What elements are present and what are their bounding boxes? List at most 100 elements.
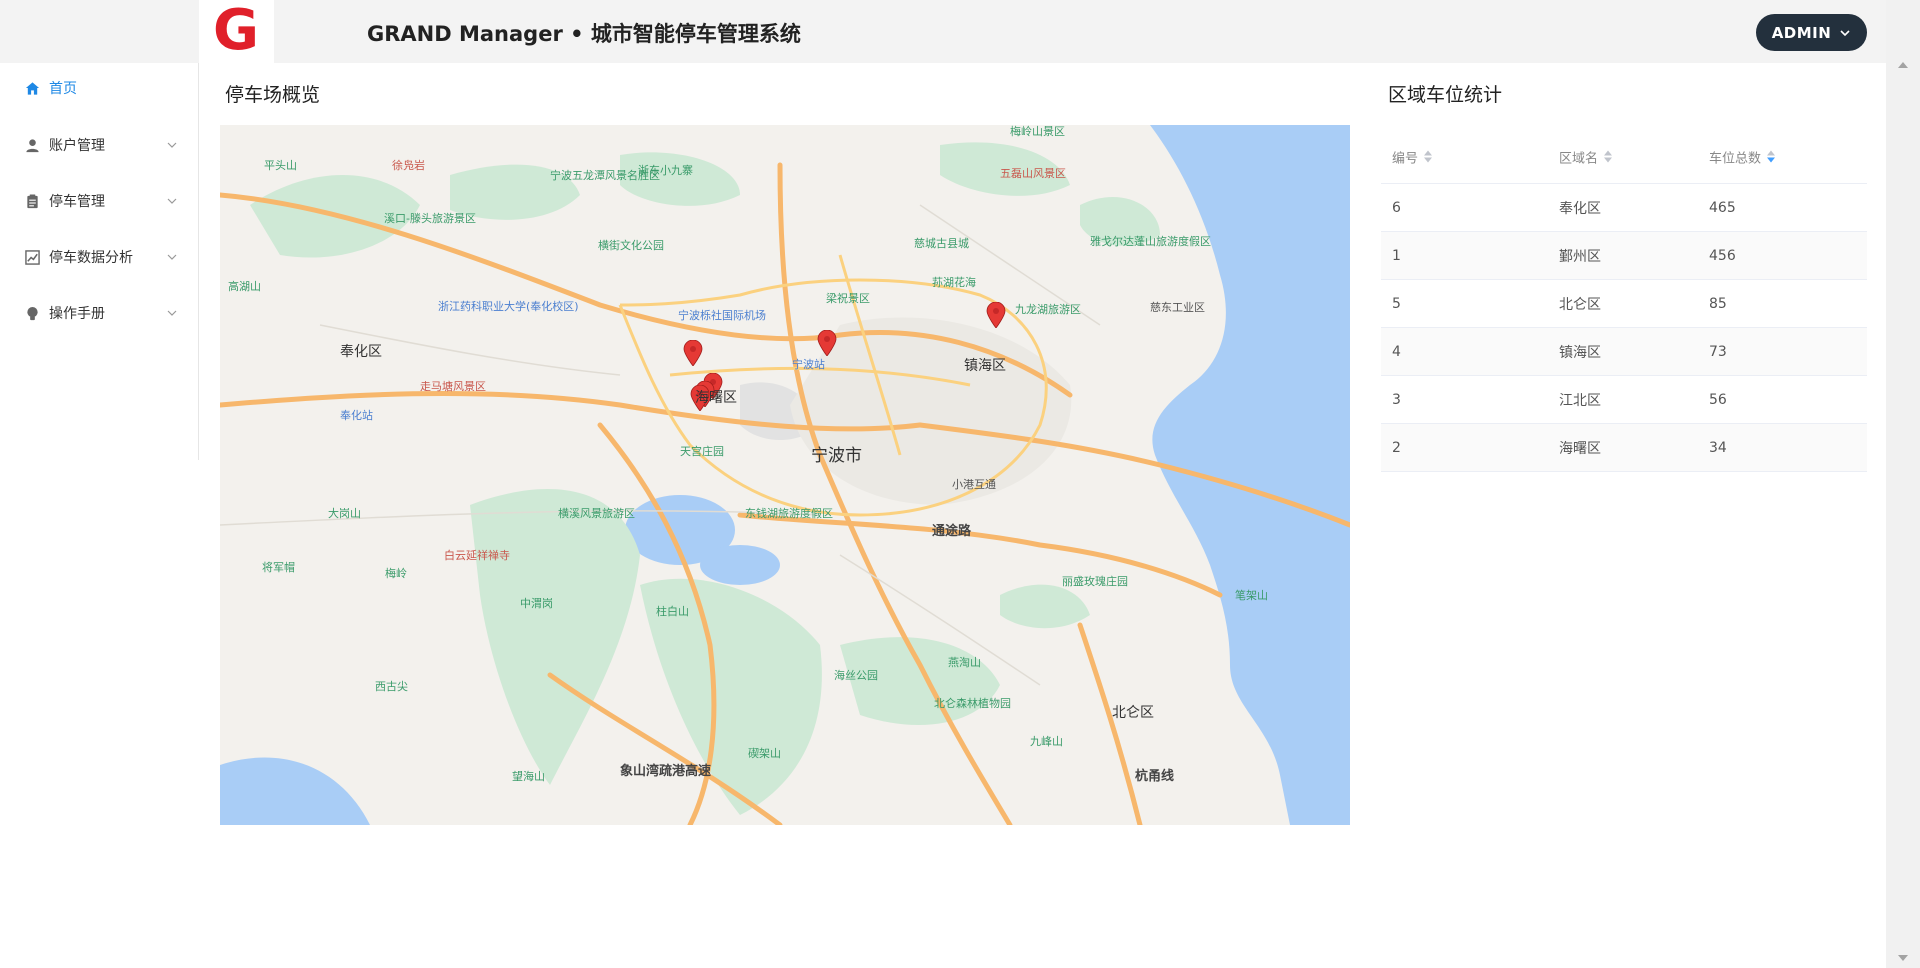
map-label: 慈东工业区 — [1150, 301, 1205, 314]
sidebar-item-label: 停车数据分析 — [49, 250, 133, 266]
top-header: G GRAND Manager • 城市智能停车管理系统 ADMIN — [0, 0, 1886, 63]
column-header-total[interactable]: 车位总数 — [1709, 147, 1776, 166]
cell-total: 85 — [1709, 295, 1727, 312]
user-icon — [25, 138, 40, 153]
cell-total: 456 — [1709, 247, 1736, 264]
cell-id: 1 — [1392, 247, 1401, 264]
parking-marker-icon[interactable] — [683, 340, 703, 366]
map-label: 东钱湖旅游度假区 — [745, 507, 833, 520]
scroll-up-arrow-icon[interactable] — [1898, 62, 1908, 68]
map-label: 北仑区 — [1112, 705, 1154, 721]
map-label: 奉化站 — [340, 409, 373, 422]
map-label: 白云延祥禅寺 — [444, 549, 510, 562]
column-header-name[interactable]: 区域名 — [1559, 147, 1613, 166]
table-row: 5 北仑区 85 — [1381, 280, 1867, 328]
cell-name: 鄞州区 — [1559, 248, 1601, 265]
parking-overview-map[interactable]: 奉化区 宁波市 镇海区 北仑区 宁波栎社国际机场 宁波站 奉化站 小港互通 通途… — [220, 125, 1350, 825]
logo[interactable]: G — [199, 0, 274, 63]
chevron-down-icon — [167, 310, 177, 316]
cell-name: 海曙区 — [1559, 440, 1601, 457]
map-label: 浙江药科职业大学(奉化校区) — [438, 300, 579, 313]
cell-id: 3 — [1392, 391, 1401, 408]
parking-marker-icon[interactable] — [986, 302, 1006, 328]
map-label: 象山湾疏港高速 — [620, 764, 712, 779]
map-label: 平头山 — [264, 159, 297, 172]
sort-icon[interactable] — [1424, 150, 1433, 163]
map-label: 横街文化公园 — [598, 239, 664, 252]
sort-icon[interactable] — [1604, 150, 1613, 163]
map-label: 九峰山 — [1030, 735, 1063, 748]
map-label: 大岗山 — [328, 507, 361, 520]
sidebar-item-manual[interactable]: 操作手册 — [0, 293, 198, 333]
column-header-label: 编号 — [1392, 151, 1419, 166]
map-label: 燕淘山 — [948, 656, 981, 669]
cell-total: 465 — [1709, 199, 1736, 216]
table-row: 6 奉化区 465 — [1381, 184, 1867, 232]
chevron-down-icon — [167, 198, 177, 204]
map-label: 丽盛玫瑰庄园 — [1062, 575, 1128, 588]
area-parking-table: 编号 区域名 车位总数 6 奉化区 465 1 鄞州区 456 5 北仑区 85… — [1381, 130, 1867, 472]
map-label: 北仑森林植物园 — [934, 697, 1011, 710]
map-label: 海丝公园 — [834, 669, 878, 682]
sidebar-item-label: 账户管理 — [49, 138, 105, 154]
map-label: 高湖山 — [228, 280, 261, 293]
column-header-label: 车位总数 — [1709, 151, 1762, 166]
scroll-down-arrow-icon[interactable] — [1898, 955, 1908, 961]
map-label: 碶架山 — [748, 747, 781, 760]
map-label: 九龙湖旅游区 — [1015, 303, 1081, 316]
map-label: 通途路 — [932, 524, 972, 539]
sidebar-item-home[interactable]: 首页 — [0, 68, 198, 108]
map-label: 奉化区 — [340, 344, 382, 360]
user-label: ADMIN — [1771, 23, 1832, 42]
bulb-icon — [25, 306, 40, 321]
map-label: 五磊山风景区 — [1000, 167, 1066, 180]
cell-total: 73 — [1709, 343, 1727, 360]
map-label: 徐凫岩 — [392, 159, 425, 172]
user-menu-button[interactable]: ADMIN — [1756, 14, 1867, 51]
table-row: 2 海曙区 34 — [1381, 424, 1867, 472]
map-label: 将军帽 — [262, 561, 295, 574]
logo-letter: G — [213, 0, 259, 63]
cell-name: 江北区 — [1559, 392, 1601, 409]
cell-name: 镇海区 — [1559, 344, 1601, 361]
table-row: 1 鄞州区 456 — [1381, 232, 1867, 280]
map-label: 天宫庄园 — [680, 445, 724, 458]
clipboard-icon — [25, 193, 40, 209]
map-label: 宁波栎社国际机场 — [678, 309, 766, 322]
cell-total: 56 — [1709, 391, 1727, 408]
map-label: 中渭岗 — [520, 597, 553, 610]
sidebar-item-label: 首页 — [49, 81, 77, 97]
map-label: 雅戈尔达蓬山旅游度假区 — [1090, 235, 1211, 248]
column-header-id[interactable]: 编号 — [1392, 147, 1433, 166]
map-label: 杭甬线 — [1135, 769, 1175, 784]
map-label: 海曙区 — [695, 390, 737, 406]
sidebar-item-label: 操作手册 — [49, 306, 105, 322]
cell-id: 4 — [1392, 343, 1401, 360]
map-label: 梅岭山景区 — [1010, 125, 1065, 138]
sidebar-item-analytics[interactable]: 停车数据分析 — [0, 237, 198, 277]
map-label: 宁波站 — [792, 358, 825, 371]
cell-total: 34 — [1709, 439, 1727, 456]
map-label: 溪口-滕头旅游景区 — [384, 212, 476, 225]
map-label: 柱白山 — [656, 605, 689, 618]
map-label: 走马塘风景区 — [420, 380, 486, 393]
chevron-down-icon — [167, 254, 177, 260]
map-label: 笔架山 — [1235, 589, 1268, 602]
sidebar: 首页 账户管理 停车管理 停车数据分析 操作手册 — [0, 63, 199, 460]
map-label: 横溪风景旅游区 — [558, 507, 635, 520]
map-canvas — [220, 125, 1350, 825]
cell-name: 奉化区 — [1559, 200, 1601, 217]
map-label: 梅岭 — [385, 567, 407, 580]
map-label: 西古尖 — [375, 680, 408, 693]
sidebar-item-accounts[interactable]: 账户管理 — [0, 125, 198, 165]
map-label: 浙东小九寨 — [638, 164, 693, 177]
map-label: 梁祝景区 — [826, 292, 870, 305]
parking-marker-icon[interactable] — [817, 330, 837, 356]
sort-desc-icon[interactable] — [1767, 150, 1776, 163]
sidebar-item-parking[interactable]: 停车管理 — [0, 181, 198, 221]
chart-icon — [25, 249, 40, 265]
map-label: 荪湖花海 — [932, 276, 976, 289]
map-label: 小港互通 — [952, 478, 996, 491]
page-scrollbar[interactable] — [1886, 0, 1920, 968]
table-header-row: 编号 区域名 车位总数 — [1381, 130, 1867, 184]
